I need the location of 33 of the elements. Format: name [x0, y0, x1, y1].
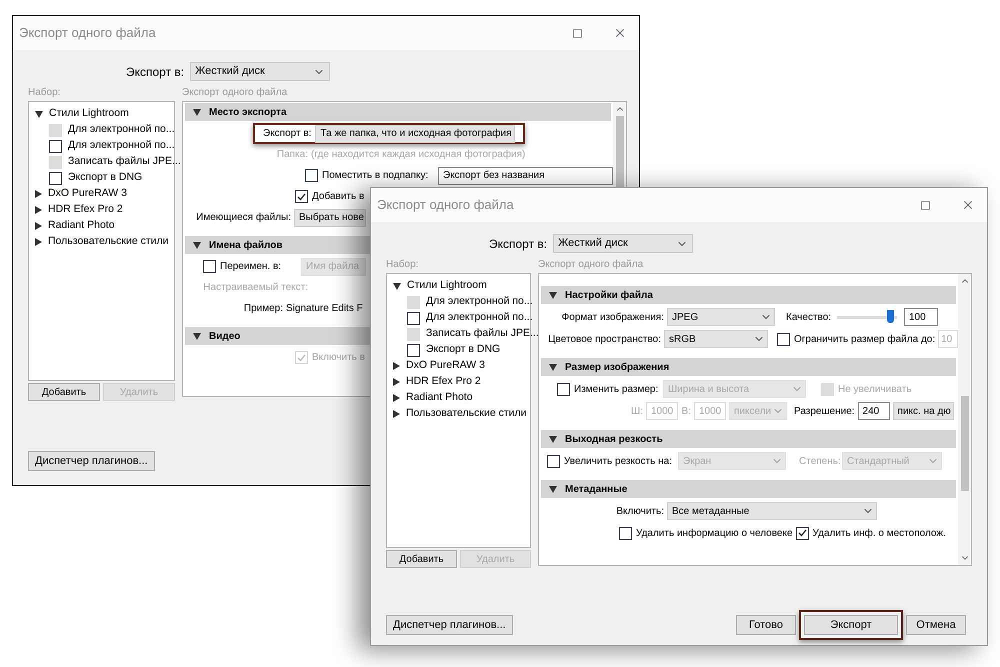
preset-label: Набор:	[28, 87, 62, 99]
checkbox-label: Не увеличивать	[838, 382, 912, 396]
checkbox-label: Включить в	[312, 351, 365, 365]
field-label: Ш:	[630, 404, 643, 418]
field-label: Имеющиеся файлы:	[195, 211, 291, 225]
field-label: (где находится каждая исходная фотография)	[311, 148, 526, 162]
field-label: Signature Edits F	[286, 302, 363, 316]
field-label: Степень:	[799, 454, 839, 468]
checkbox-label: Удалить инф. о местополож.	[812, 526, 946, 540]
field-label: Пример:	[242, 302, 283, 316]
checkbox-label: Ограничить размер файла до:	[794, 332, 936, 346]
field-label: Включить:	[615, 504, 664, 518]
window-title: Экспорт одного файла	[19, 24, 156, 42]
window-title: Экспорт одного файла	[377, 196, 514, 214]
checkbox-label: Увеличить резкость на:	[564, 454, 672, 468]
field-label: В:	[681, 404, 691, 418]
checkbox-label: Добавить в	[312, 190, 364, 204]
checkbox-label: Переимен. в:	[220, 260, 282, 274]
export-to-label: Экспорт в:	[489, 236, 548, 252]
checkbox-label: Изменить размер:	[574, 382, 658, 396]
panel-label: Экспорт одного файла	[538, 259, 644, 271]
field-label: Разрешение:	[794, 404, 855, 418]
checkbox-label: Поместить в подпапку:	[322, 169, 428, 183]
field-label: Папка:	[276, 148, 308, 162]
field-label: Настраиваемый текст:	[202, 281, 308, 295]
field-label: Формат изображения:	[560, 310, 664, 324]
export-to-label: Экспорт в:	[126, 64, 184, 80]
checkbox-label: Удалить информацию о человеке	[636, 526, 793, 540]
field-label: Цветовое пространство:	[547, 332, 661, 346]
field-label: Качество:	[786, 310, 832, 324]
preset-label: Набор:	[386, 259, 420, 271]
panel-label: Экспорт одного файла	[182, 87, 288, 99]
field-label: Экспорт в:	[263, 127, 312, 141]
